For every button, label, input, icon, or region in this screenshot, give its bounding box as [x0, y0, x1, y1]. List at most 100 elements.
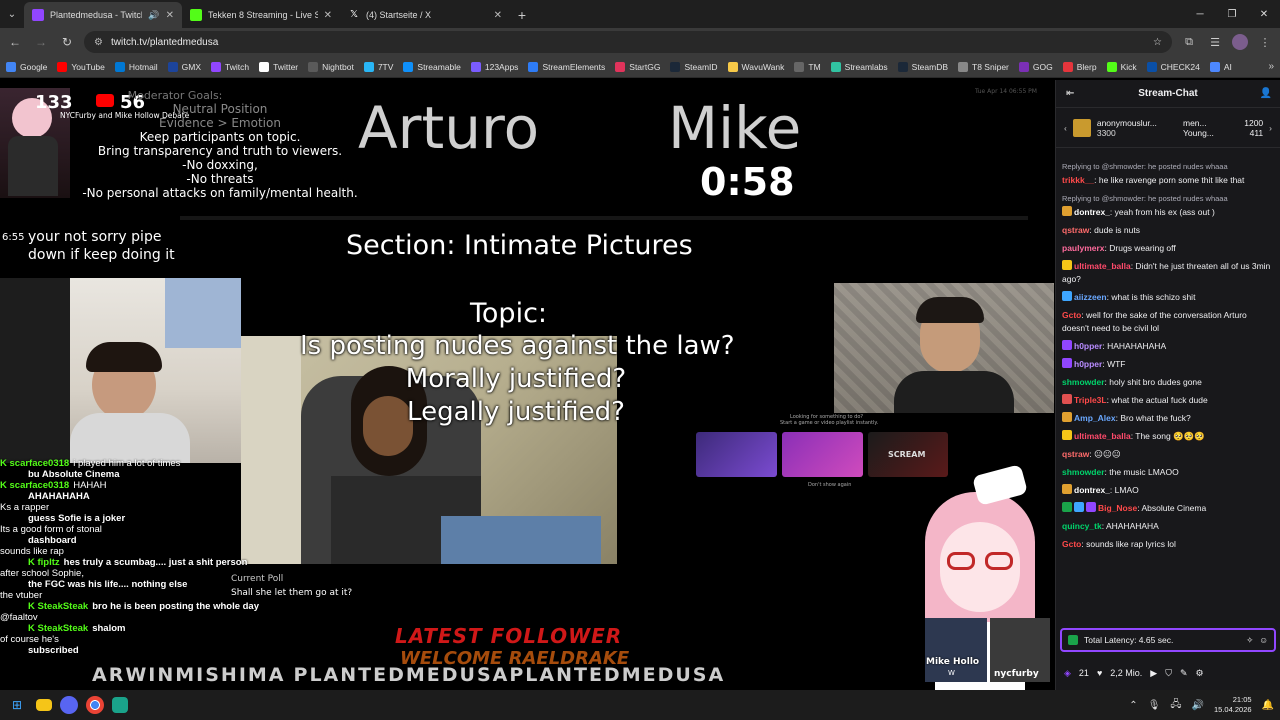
chat-username[interactable]: qstraw: [1062, 449, 1089, 459]
bookmark-21[interactable]: CHECK24: [1146, 61, 1200, 72]
bookmark-3[interactable]: GMX: [167, 61, 201, 72]
bookmark-5[interactable]: Twitter: [259, 61, 298, 72]
chat-username[interactable]: Gcto: [1062, 539, 1081, 549]
chrome-icon[interactable]: [86, 696, 104, 714]
tab-tekken8[interactable]: Tekken 8 Streaming - Live Strea ✕: [182, 2, 340, 28]
chat-message[interactable]: shmowder: holy shit bro dudes gone: [1062, 376, 1274, 389]
chat-message[interactable]: h0pper: WTF: [1062, 358, 1274, 371]
chat-message[interactable]: qstraw: 😐😐😐: [1062, 448, 1274, 461]
volume-icon[interactable]: 🔊: [1192, 700, 1204, 711]
tab-x-home[interactable]: 𝕏 (4) Startseite / X ✕: [340, 2, 510, 28]
bookmark-13[interactable]: WavuWank: [727, 61, 784, 72]
windows-start-icon[interactable]: ⊞: [6, 694, 28, 716]
chat-username[interactable]: shmowder: [1062, 377, 1105, 387]
close-tab-icon[interactable]: ✕: [166, 10, 174, 21]
channel-points-icon[interactable]: ◈: [1064, 668, 1071, 679]
chat-message[interactable]: shmowder: the music LMAOO: [1062, 466, 1274, 479]
chat-message[interactable]: dontrex_: LMAO: [1062, 484, 1274, 497]
extensions-icon[interactable]: ⧉: [1180, 36, 1198, 49]
chat-message[interactable]: Gcto: well for the sake of the conversat…: [1062, 309, 1274, 335]
chat-username[interactable]: h0pper: [1074, 359, 1102, 369]
chat-username[interactable]: Triple3L: [1074, 395, 1107, 405]
clock[interactable]: 21:05 15.04.2026: [1214, 695, 1252, 715]
chat-badge-icon[interactable]: [1062, 430, 1072, 440]
chat-badge-icon[interactable]: [1062, 340, 1072, 350]
chat-badge-icon[interactable]: [1062, 394, 1072, 404]
chat-message[interactable]: Replying to @shmowder: he posted nudes w…: [1062, 192, 1274, 219]
network-icon[interactable]: 🖧: [1170, 697, 1181, 714]
bookmark-11[interactable]: StartGG: [615, 61, 660, 72]
chat-username[interactable]: paulymerx: [1062, 243, 1105, 253]
chat-message[interactable]: Triple3L: what the actual fuck dude: [1062, 394, 1274, 407]
mic-icon[interactable]: 🎙: [1148, 700, 1161, 711]
tray-expand-icon[interactable]: ⌃: [1129, 700, 1137, 711]
chat-badge-icon[interactable]: [1086, 502, 1096, 512]
site-info-icon[interactable]: ⚙: [94, 37, 103, 48]
reply-context[interactable]: Replying to @shmowder: he posted nudes w…: [1062, 192, 1274, 205]
new-tab-button[interactable]: +: [510, 2, 534, 28]
bookmark-19[interactable]: Blerp: [1062, 61, 1097, 72]
chat-badge-icon[interactable]: [1062, 260, 1072, 270]
chat-message[interactable]: ultimate_balla: The song 🥺🥺🥺: [1062, 430, 1274, 443]
app-icon[interactable]: [112, 697, 128, 713]
forward-icon[interactable]: →: [32, 35, 50, 49]
emote-icon[interactable]: ☺: [1259, 635, 1268, 645]
chat-badge-icon[interactable]: [1062, 484, 1072, 494]
chat-message[interactable]: paulymerx: Drugs wearing off: [1062, 242, 1274, 255]
reload-icon[interactable]: ↻: [58, 35, 76, 49]
bookmark-0[interactable]: Google: [6, 61, 47, 72]
minimize-icon[interactable]: ─: [1184, 0, 1216, 28]
bookmark-8[interactable]: Streamable: [403, 61, 461, 72]
bookmark-22[interactable]: AI: [1209, 61, 1232, 72]
close-tab-icon[interactable]: ✕: [494, 10, 502, 21]
bookmark-7[interactable]: 7TV: [363, 61, 393, 72]
chat-username[interactable]: shmowder: [1062, 467, 1105, 477]
back-icon[interactable]: ←: [6, 35, 24, 49]
bookmark-1[interactable]: YouTube: [57, 61, 105, 72]
latency-box[interactable]: Total Latency: 4.65 sec. ✧ ☺: [1060, 628, 1276, 652]
discord-icon[interactable]: [60, 696, 78, 714]
bookmark-15[interactable]: Streamlabs: [830, 61, 888, 72]
profile-avatar[interactable]: [1232, 34, 1248, 50]
prev-arrow-icon[interactable]: ‹: [1064, 123, 1067, 133]
chat-username[interactable]: dontrex_: [1074, 207, 1110, 217]
chat-username[interactable]: quincy_tk: [1062, 521, 1102, 531]
chat-message[interactable]: qstraw: dude is nuts: [1062, 224, 1274, 237]
speaker-icon[interactable]: 🔊: [148, 10, 159, 21]
chat-badge-icon[interactable]: [1062, 502, 1072, 512]
shield-icon[interactable]: ⛉: [1165, 668, 1172, 679]
chat-username[interactable]: Amp_Alex: [1074, 413, 1116, 423]
bookmark-17[interactable]: T8 Sniper: [958, 61, 1009, 72]
chat-username[interactable]: qstraw: [1062, 225, 1089, 235]
bookmark-4[interactable]: Twitch: [211, 61, 249, 72]
close-window-icon[interactable]: ✕: [1248, 0, 1280, 28]
chat-username[interactable]: Gcto: [1062, 310, 1081, 320]
bookmark-12[interactable]: SteamID: [670, 61, 718, 72]
chat-username[interactable]: aiizzeen: [1074, 292, 1107, 302]
chat-username[interactable]: Big_Nose: [1098, 503, 1137, 513]
chat-username[interactable]: ultimate_balla: [1074, 431, 1131, 441]
settings-icon[interactable]: ⚙: [1196, 668, 1204, 679]
bookmark-9[interactable]: 123Apps: [470, 61, 518, 72]
chat-message[interactable]: Amp_Alex: Bro what the fuck?: [1062, 412, 1274, 425]
stream-player[interactable]: 133 56 NYCFurby and Mike Hollow Debate M…: [0, 80, 1054, 690]
bookmark-2[interactable]: Hotmail: [114, 61, 158, 72]
bookmark-star-icon[interactable]: ☆: [1153, 37, 1162, 48]
chat-badge-icon[interactable]: [1062, 291, 1072, 301]
chat-username[interactable]: dontrex_: [1074, 485, 1110, 495]
tab-plantedmedusa[interactable]: Plantedmedusa - Twitch 🔊 ✕: [24, 2, 182, 28]
bookmark-10[interactable]: StreamElements: [528, 61, 605, 72]
close-tab-icon[interactable]: ✕: [324, 10, 332, 21]
users-icon[interactable]: 👤: [1260, 88, 1272, 99]
chat-badge-icon[interactable]: [1074, 502, 1084, 512]
collapse-chat-icon[interactable]: ⇤: [1066, 88, 1074, 99]
chat-badge-icon[interactable]: [1062, 206, 1072, 216]
tab-search-icon[interactable]: ⌄: [0, 0, 24, 28]
bookmark-18[interactable]: GOG: [1018, 61, 1053, 72]
chat-message[interactable]: h0pper: HAHAHAHAHA: [1062, 340, 1274, 353]
file-explorer-icon[interactable]: [36, 699, 52, 711]
play-icon[interactable]: ▶: [1150, 668, 1157, 679]
bookmark-14[interactable]: TM: [794, 61, 821, 72]
notifications-icon[interactable]: 🔔: [1262, 700, 1274, 711]
chat-message[interactable]: Big_Nose: Absolute Cinema: [1062, 502, 1274, 515]
